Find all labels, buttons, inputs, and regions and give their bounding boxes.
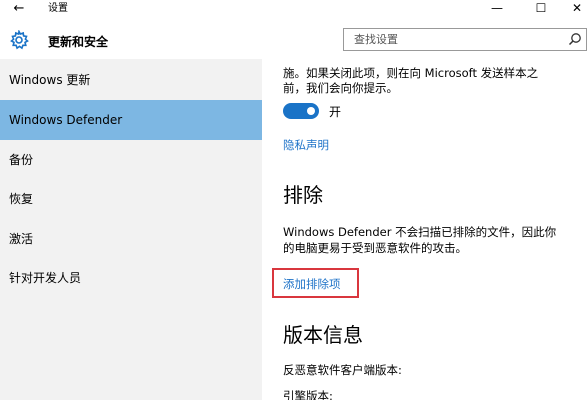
sample-desc-line-1: 施。如果关闭此项，则在向 Microsoft 发送样本之	[283, 66, 539, 80]
sidebar-item-activation[interactable]: 激活	[0, 219, 262, 259]
privacy-statement-link[interactable]: 隐私声明	[283, 137, 329, 153]
window-title: 设置	[48, 3, 68, 14]
close-button[interactable]: ✕	[560, 0, 587, 19]
antimalware-client-version-label: 反恶意软件客户端版本:	[283, 363, 402, 377]
sidebar-item-windows-update[interactable]: Windows 更新	[0, 60, 262, 100]
title-bar: ← 设置 — ☐ ✕	[0, 0, 587, 19]
toggle-state-label: 开	[329, 104, 342, 119]
sample-submission-toggle[interactable]	[283, 103, 319, 119]
page-header: 更新和安全	[0, 19, 587, 59]
engine-version-label: 引擎版本:	[283, 389, 333, 400]
sidebar: Windows 更新 Windows Defender 备份 恢复 激活 针对开…	[0, 59, 262, 400]
gear-icon	[10, 30, 29, 50]
page-title: 更新和安全	[48, 35, 109, 49]
search-icon[interactable]	[568, 32, 582, 46]
search-box[interactable]	[343, 28, 587, 51]
exclusions-description: Windows Defender 不会扫描已排除的文件，因此你 的电脑更易于受到…	[283, 224, 583, 256]
search-input[interactable]	[344, 29, 554, 50]
back-button[interactable]: ←	[9, 0, 29, 19]
sample-submission-description: 施。如果关闭此项，则在向 Microsoft 发送样本之 前，我们会向你提示。	[283, 66, 583, 96]
sidebar-item-windows-defender[interactable]: Windows Defender	[0, 100, 262, 140]
add-exclusion-link[interactable]: 添加排除项	[283, 276, 341, 292]
exclusions-desc-line-1: Windows Defender 不会扫描已排除的文件，因此你	[283, 225, 557, 239]
exclusions-heading: 排除	[283, 183, 323, 207]
sidebar-item-backup[interactable]: 备份	[0, 140, 262, 180]
sample-desc-line-2: 前，我们会向你提示。	[283, 81, 398, 95]
maximize-button[interactable]: ☐	[524, 0, 558, 19]
sample-submission-toggle-row: 开	[283, 103, 341, 119]
exclusions-desc-line-2: 的电脑更易于受到恶意软件的攻击。	[283, 241, 467, 255]
sidebar-item-recovery[interactable]: 恢复	[0, 179, 262, 219]
main-content: 施。如果关闭此项，则在向 Microsoft 发送样本之 前，我们会向你提示。 …	[262, 59, 587, 400]
version-info-heading: 版本信息	[283, 323, 363, 347]
minimize-button[interactable]: —	[480, 0, 514, 19]
sidebar-item-for-developers[interactable]: 针对开发人员	[0, 258, 262, 298]
toggle-knob	[307, 107, 315, 115]
